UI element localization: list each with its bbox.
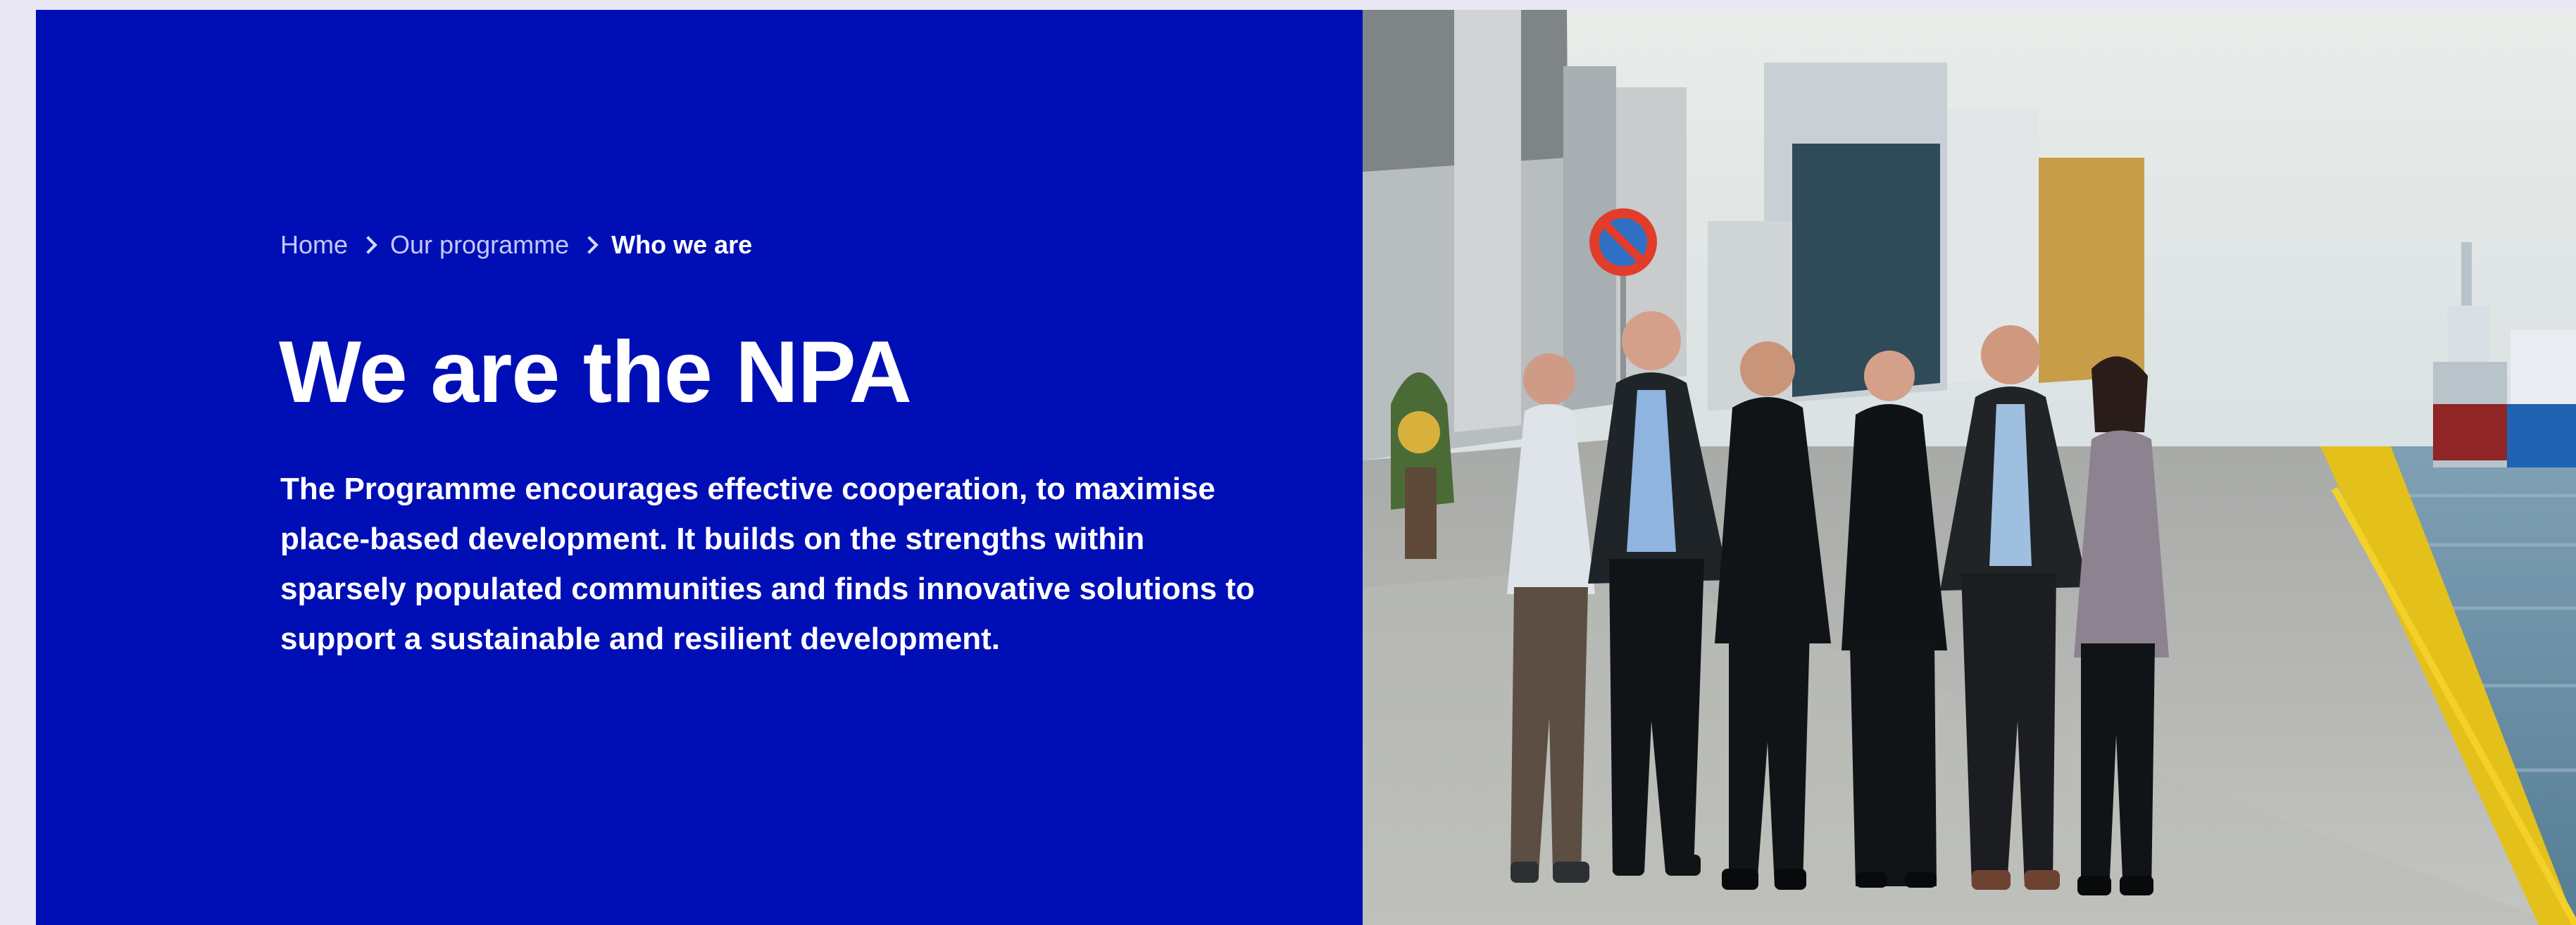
chevron-right-icon [580,236,599,254]
page-canvas: Home Our programme Who we are We are the… [0,0,2576,925]
breadcrumb: Home Our programme Who we are [280,225,752,265]
hero-panel: Home Our programme Who we are We are the… [36,10,1363,925]
breadcrumb-our-programme-link[interactable]: Our programme [390,230,569,260]
breadcrumb-home-link[interactable]: Home [280,230,348,260]
hero-description: The Programme encourages effective coope… [280,472,1255,656]
team-photo-illustration [1363,10,2576,925]
breadcrumb-current-page: Who we are [611,230,753,259]
chevron-right-icon [359,236,377,254]
team-photo [1363,10,2576,925]
page-title: We are the NPA [279,324,912,421]
